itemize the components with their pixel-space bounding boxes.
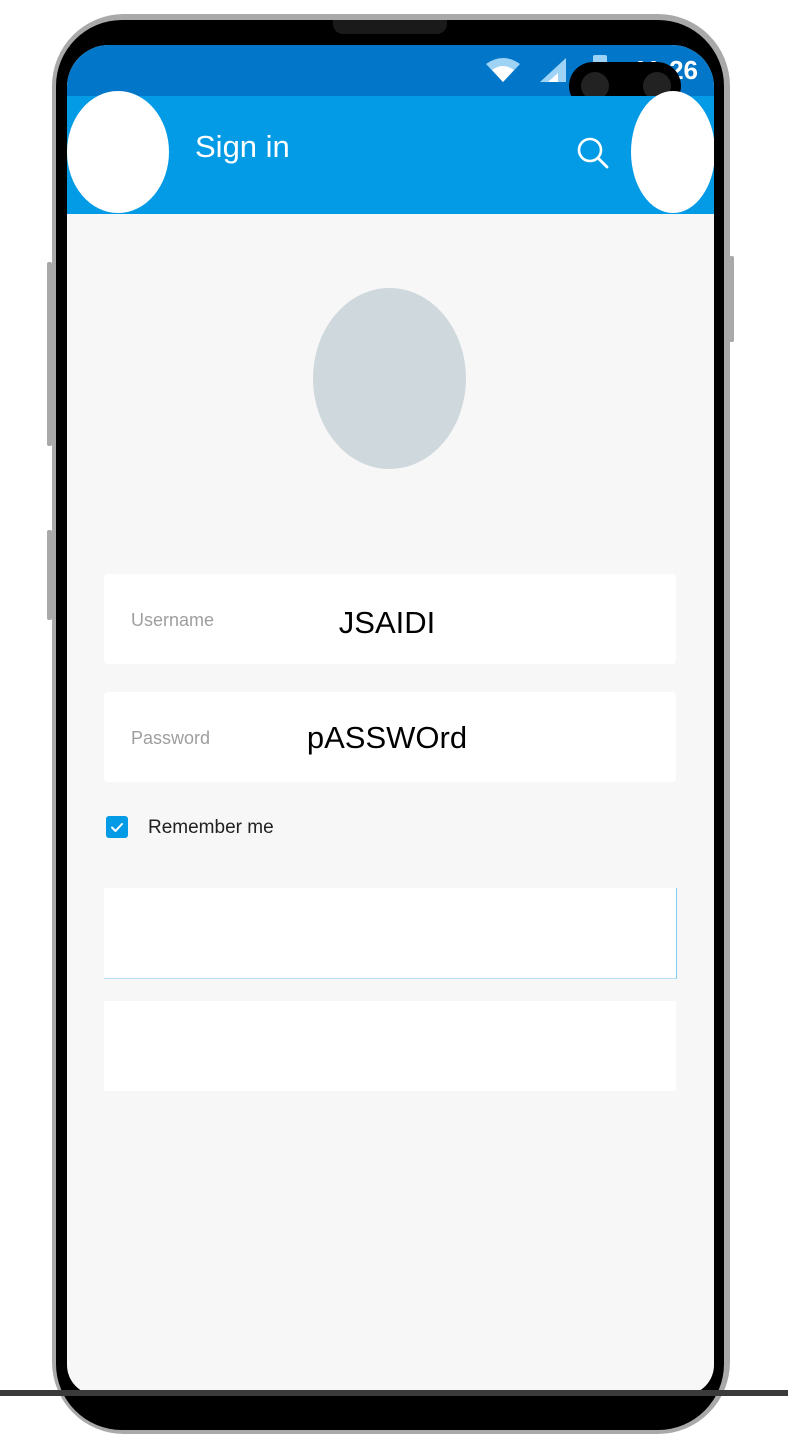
page-title: Sign in: [195, 129, 290, 164]
search-icon[interactable]: [575, 135, 611, 171]
signal-icon: [540, 58, 566, 82]
menu-button[interactable]: [631, 91, 714, 213]
volume-button: [47, 262, 52, 446]
app-screen: 11:26 Sign in Username JSAIDI Password p…: [67, 45, 714, 1395]
remember-me-label: Remember me: [148, 817, 274, 838]
avatar: [313, 288, 466, 469]
window-edge: [0, 1390, 788, 1396]
checkmark-icon: [111, 823, 123, 832]
remember-me-checkbox[interactable]: [106, 816, 128, 838]
side-button: [729, 256, 734, 342]
secondary-button[interactable]: [104, 1001, 676, 1091]
sign-in-button[interactable]: [104, 888, 677, 979]
nav-button[interactable]: [67, 91, 169, 213]
power-button: [47, 530, 52, 620]
wifi-icon: [486, 58, 520, 82]
username-value: JSAIDI: [338, 605, 436, 640]
earpiece-speaker: [333, 20, 447, 34]
password-value: pASSWOrd: [306, 720, 468, 755]
